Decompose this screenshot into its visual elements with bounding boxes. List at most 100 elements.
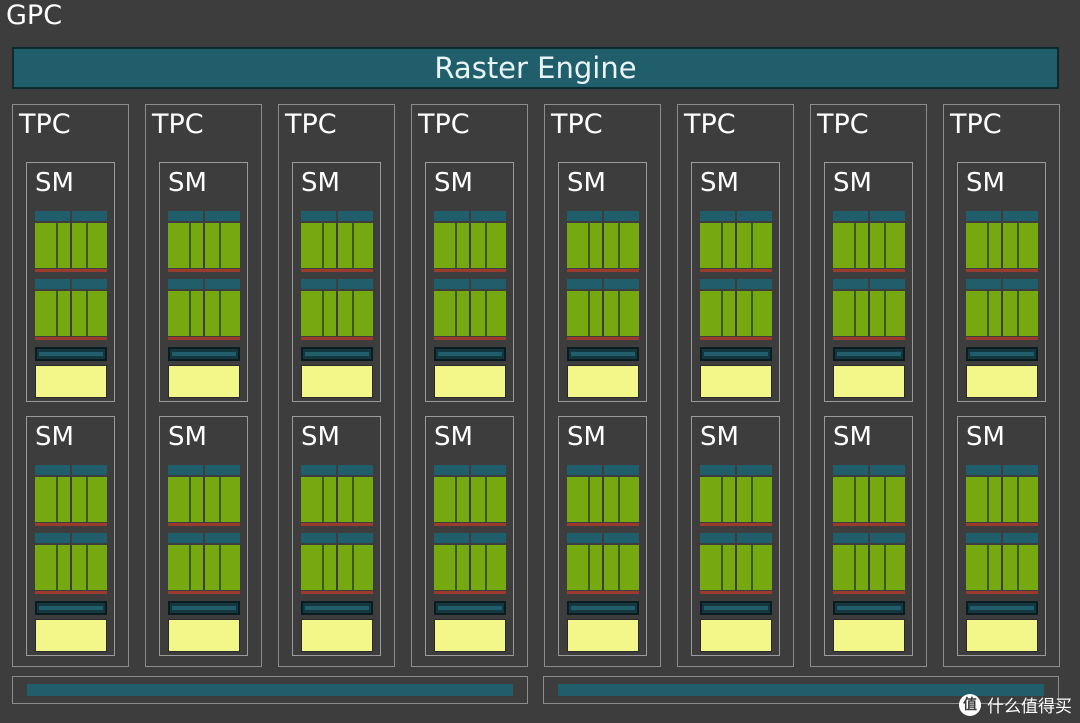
register-file	[301, 591, 373, 594]
cuda-core-block-2	[833, 291, 905, 336]
register-file	[168, 591, 240, 594]
cuda-core-block-1	[833, 223, 905, 268]
core-scheduler	[301, 211, 373, 221]
tpc-label: TPC	[551, 109, 603, 140]
cuda-core-block-2	[168, 545, 240, 590]
sm-7: SM	[425, 162, 514, 402]
sm-label: SM	[700, 168, 739, 198]
register-file	[966, 337, 1038, 340]
l1-cache-block	[833, 365, 905, 398]
sm-16: SM	[957, 416, 1046, 656]
texture-unit-bar	[966, 601, 1038, 615]
register-file	[567, 523, 639, 526]
core-scheduler	[966, 211, 1038, 221]
l1-cache-block	[301, 365, 373, 398]
raster-engine: Raster Engine	[12, 47, 1059, 89]
core-scheduler	[700, 533, 772, 543]
register-file	[567, 337, 639, 340]
core-scheduler	[700, 211, 772, 221]
cuda-core-block-2	[434, 545, 506, 590]
l1-cache-block	[567, 619, 639, 652]
core-scheduler	[833, 279, 905, 289]
core-scheduler	[434, 211, 506, 221]
tpc-6: TPC SM SM	[677, 104, 794, 667]
sm-4: SM	[159, 416, 248, 656]
cuda-core-block-2	[35, 291, 107, 336]
tpc-5: TPC SM SM	[544, 104, 661, 667]
cuda-core-block-1	[301, 477, 373, 522]
texture-unit-bar	[567, 601, 639, 615]
cuda-core-block-2	[434, 291, 506, 336]
register-file	[700, 523, 772, 526]
register-file	[833, 337, 905, 340]
register-file	[35, 337, 107, 340]
l1-cache-block	[700, 619, 772, 652]
core-scheduler	[168, 465, 240, 475]
core-scheduler	[434, 465, 506, 475]
l1-cache-block	[833, 619, 905, 652]
sm-14: SM	[824, 416, 913, 656]
cuda-core-block-2	[966, 291, 1038, 336]
core-scheduler	[833, 211, 905, 221]
texture-unit-bar	[434, 601, 506, 615]
register-file	[35, 269, 107, 272]
core-scheduler	[35, 465, 107, 475]
core-scheduler	[567, 533, 639, 543]
sm-label: SM	[833, 422, 872, 452]
sm-label: SM	[700, 422, 739, 452]
core-scheduler	[833, 465, 905, 475]
core-scheduler	[35, 279, 107, 289]
sm-8: SM	[425, 416, 514, 656]
register-file	[434, 591, 506, 594]
register-file	[833, 591, 905, 594]
register-file	[567, 269, 639, 272]
l1-cache-block	[966, 619, 1038, 652]
register-file	[168, 269, 240, 272]
l1-cache-block	[35, 619, 107, 652]
cuda-core-block-1	[434, 223, 506, 268]
cuda-core-block-1	[567, 477, 639, 522]
cuda-core-block-2	[700, 291, 772, 336]
tpc-2: TPC SM SM	[145, 104, 262, 667]
cuda-core-block-1	[35, 477, 107, 522]
cuda-core-block-2	[168, 291, 240, 336]
sm-label: SM	[168, 422, 207, 452]
cuda-core-block-1	[966, 223, 1038, 268]
watermark: 值 什么值得买	[959, 692, 1072, 717]
sm-label: SM	[966, 422, 1005, 452]
sm-label: SM	[35, 168, 74, 198]
cuda-core-block-2	[567, 545, 639, 590]
tpc-3: TPC SM SM	[278, 104, 395, 667]
sm-label: SM	[301, 168, 340, 198]
texture-unit-bar	[700, 601, 772, 615]
gpc-label: GPC	[6, 0, 63, 31]
register-file	[434, 337, 506, 340]
register-file	[700, 591, 772, 594]
sm-15: SM	[957, 162, 1046, 402]
tpc-label: TPC	[950, 109, 1002, 140]
tpc-label: TPC	[418, 109, 470, 140]
l1-cache-block	[35, 365, 107, 398]
core-scheduler	[966, 279, 1038, 289]
watermark-text: 什么值得买	[987, 697, 1072, 717]
sm-label: SM	[434, 168, 473, 198]
cuda-core-block-1	[567, 223, 639, 268]
register-file	[35, 523, 107, 526]
l1-cache-block	[966, 365, 1038, 398]
shared-bus-left	[12, 676, 528, 704]
sm-label: SM	[567, 422, 606, 452]
sm-label: SM	[168, 168, 207, 198]
sm-11: SM	[691, 162, 780, 402]
core-scheduler	[168, 533, 240, 543]
texture-unit-bar	[168, 347, 240, 361]
cuda-core-block-2	[567, 291, 639, 336]
core-scheduler	[301, 533, 373, 543]
l1-cache-block	[168, 619, 240, 652]
register-file	[833, 523, 905, 526]
cuda-core-block-1	[833, 477, 905, 522]
texture-unit-bar	[700, 347, 772, 361]
core-scheduler	[567, 211, 639, 221]
core-scheduler	[168, 211, 240, 221]
sm-13: SM	[824, 162, 913, 402]
l1-cache-block	[301, 619, 373, 652]
